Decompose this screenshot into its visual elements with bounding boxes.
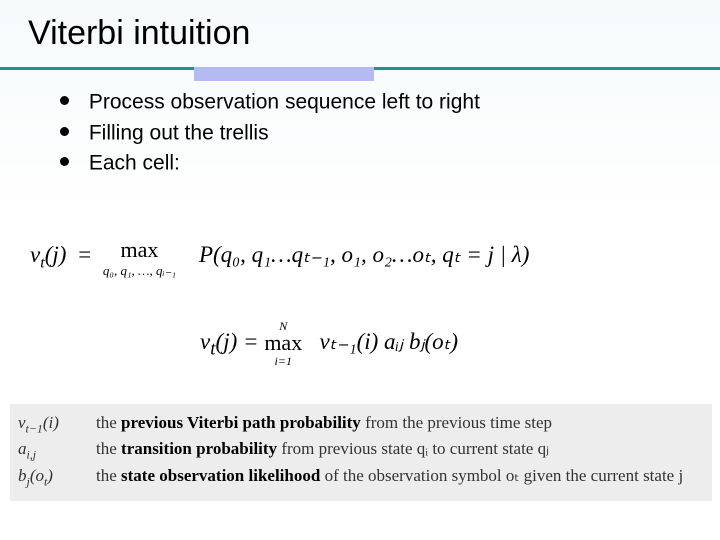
- slide-title: Viterbi intuition: [0, 0, 720, 53]
- bullet-dot-icon: [60, 157, 69, 166]
- bullet-text: Process observation sequence left to rig…: [89, 90, 480, 113]
- definition-text: the previous Viterbi path probability fr…: [96, 412, 704, 435]
- bullet-dot-icon: [60, 96, 69, 105]
- formula-rhs: vₜ₋₁(i) aᵢⱼ bⱼ(oₜ): [319, 329, 458, 354]
- equals-sign: =: [243, 329, 259, 354]
- max-operator: N max i=1: [264, 320, 302, 367]
- definition-text: the state observation likelihood of the …: [96, 465, 704, 488]
- definitions-panel: vt−1(i) the previous Viterbi path probab…: [10, 404, 712, 501]
- definition-symbol: bj(ot): [18, 465, 96, 489]
- formula-rhs: P(q₀, q₁…qₜ₋₁, o₁, o₂…oₜ, qₜ = j | λ): [199, 242, 529, 267]
- max-operator: max q₀, q₁, …, qᵢ₋₁: [103, 239, 176, 279]
- definition-row: ai,j the transition probability from pre…: [18, 438, 704, 462]
- formula-lhs: vt(j): [200, 329, 243, 354]
- accent-bar: [194, 67, 374, 81]
- definition-row: bj(ot) the state observation likelihood …: [18, 465, 704, 489]
- definition-row: vt−1(i) the previous Viterbi path probab…: [18, 412, 704, 436]
- body-content: Process observation sequence left to rig…: [0, 70, 720, 178]
- definition-text: the transition probability from previous…: [96, 438, 704, 461]
- formula-main: vt(j) = max q₀, q₁, …, qᵢ₋₁ P(q₀, q₁…qₜ₋…: [30, 242, 690, 282]
- bullet-list: Process observation sequence left to rig…: [60, 88, 690, 178]
- definition-symbol: vt−1(i): [18, 412, 96, 436]
- formula-lhs: vt(j): [30, 242, 72, 267]
- bullet-text: Filling out the trellis: [89, 121, 269, 144]
- list-item: Filling out the trellis: [60, 119, 690, 148]
- definition-symbol: ai,j: [18, 438, 96, 462]
- list-item: Process observation sequence left to rig…: [60, 88, 690, 117]
- bullet-text: Each cell:: [89, 152, 180, 175]
- list-item: Each cell:: [60, 149, 690, 178]
- bullet-dot-icon: [60, 127, 69, 136]
- equals-sign: =: [72, 242, 97, 267]
- formula-recurrence: vt(j) = N max i=1 vₜ₋₁(i) aᵢⱼ bⱼ(oₜ): [200, 320, 458, 367]
